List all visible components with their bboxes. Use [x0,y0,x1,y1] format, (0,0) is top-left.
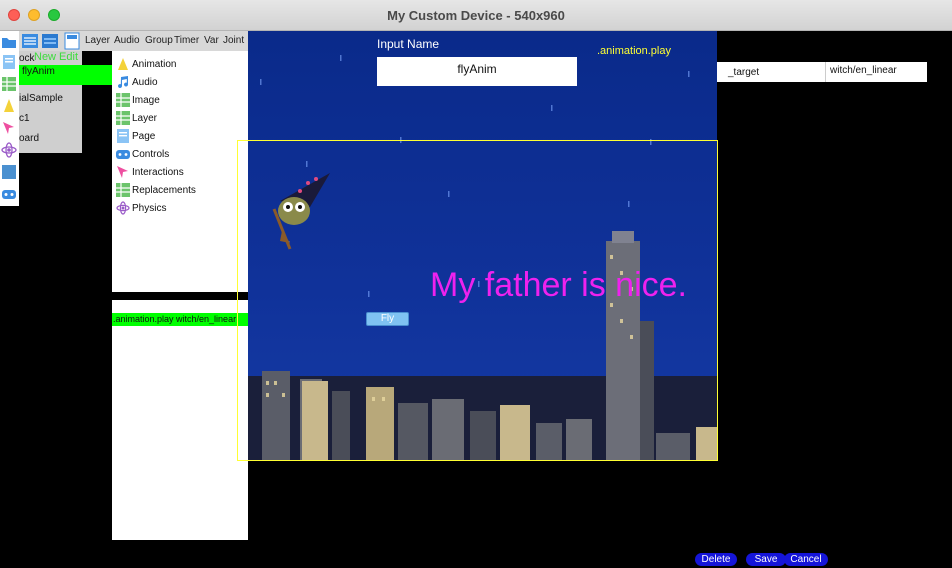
palette-item-audio[interactable]: Audio [116,74,158,90]
grid-icon [116,93,130,107]
tab-audio[interactable]: Audio [114,35,140,46]
grid-icon[interactable] [1,76,17,92]
folder-icon[interactable] [1,34,17,50]
title-bar: My Custom Device - 540x960 [0,0,952,31]
palette-item-page[interactable]: Page [116,128,155,144]
tab-var[interactable]: Var [204,35,219,46]
palette-item-label: Interactions [132,166,184,178]
scene-item-block[interactable]: ock [19,53,35,64]
cursor-icon[interactable] [1,120,17,136]
scene-item-sample[interactable]: ialSample [19,93,63,104]
scene-item-c1[interactable]: c1 [19,113,30,124]
page-icon [117,129,129,143]
grid-icon [116,183,130,197]
palette-item-label: Replacements [132,184,196,196]
action-list-panel [112,300,248,540]
controller-icon [116,150,130,159]
music-note-icon [118,76,129,89]
tab-layer[interactable]: Layer [85,35,110,46]
scene-item-board[interactable]: oard [19,133,39,144]
cone-icon[interactable] [1,98,17,114]
palette-item-physics[interactable]: Physics [116,200,166,216]
action-list-row[interactable]: .animation.play witch/en_linear [112,313,248,326]
atom-icon[interactable] [1,142,17,158]
input-name-label: Input Name [377,37,440,51]
app-window: My Custom Device - 540x960 Layer Audio G… [0,0,952,568]
controller-icon[interactable] [1,186,17,202]
tool-icon-column [0,31,19,206]
palette-item-controls[interactable]: Controls [116,146,169,162]
input-name-field[interactable]: flyAnim [377,57,577,86]
property-key: _target [728,67,760,78]
frame-icon[interactable] [1,164,17,180]
event-type-label: .animation.play [597,45,671,57]
property-value[interactable]: witch/en_linear [830,65,897,76]
palette-item-label: Animation [132,58,177,70]
window-title: My Custom Device - 540x960 [387,8,565,23]
palette-item-layer[interactable]: Layer [116,110,157,126]
palette-item-label: Page [132,130,156,142]
tab-group[interactable]: Group [145,35,173,46]
action-row-label: .animation.play witch/en_linear [113,314,237,324]
palette-item-image[interactable]: Image [116,92,160,108]
cancel-button[interactable]: Cancel [784,553,828,566]
palette-item-animation[interactable]: Animation [116,56,176,72]
page-edit-icon[interactable] [63,32,81,50]
cone-icon [118,58,128,70]
cursor-icon [117,166,128,178]
tab-joint[interactable]: Joint [223,35,244,46]
palette-item-replacements[interactable]: Replacements [116,182,196,198]
palette-item-label: Controls [132,148,170,160]
stage-headline: My father is nice. [430,266,687,304]
top-tool-strip: Layer Audio Group Timer Var Joint [19,31,248,51]
scene-item-flyanim: flyAnim [22,66,55,77]
tab-timer[interactable]: Timer [174,35,199,46]
fly-button[interactable]: Fly [366,312,409,326]
property-divider [825,62,826,82]
atom-icon [116,201,130,215]
delete-button[interactable]: Delete [695,553,737,566]
component-palette: Animation Audio Image Layer Page Control… [112,51,248,292]
palette-item-label: Audio [132,76,158,88]
palette-item-label: Layer [132,112,158,124]
palette-item-interactions[interactable]: Interactions [116,164,184,180]
list-icon[interactable] [21,32,39,50]
grid-icon [116,111,130,125]
save-button[interactable]: Save [746,553,786,566]
page-icon[interactable] [1,54,17,70]
new-edit-label[interactable]: New Edit [34,51,78,63]
palette-item-label: Image [132,94,160,106]
palette-item-label: Physics [132,202,167,214]
layers-icon[interactable] [41,32,59,50]
